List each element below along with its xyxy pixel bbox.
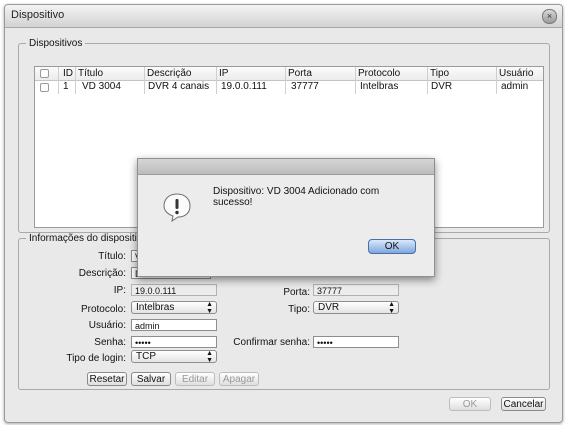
devices-legend: Dispositivos bbox=[29, 38, 83, 49]
col-ip[interactable]: IP bbox=[219, 68, 228, 79]
confirmar-senha-input[interactable]: ••••• bbox=[313, 336, 399, 348]
alert-message: Dispositivo: VD 3004 Adicionado com suce… bbox=[213, 186, 380, 208]
cell-tipo: DVR bbox=[431, 81, 453, 92]
usuario-input[interactable]: admin bbox=[131, 319, 217, 331]
editar-button[interactable]: Editar bbox=[175, 372, 215, 386]
tipo-login-label: Tipo de login: bbox=[66, 353, 126, 364]
apagar-button[interactable]: Apagar bbox=[219, 372, 259, 386]
tipo-login-value: TCP bbox=[136, 351, 156, 362]
usuario-label: Usuário: bbox=[88, 320, 126, 331]
alert-ok-button[interactable]: OK bbox=[368, 239, 416, 254]
col-descricao[interactable]: Descrição bbox=[147, 68, 191, 79]
cancelar-button[interactable]: Cancelar bbox=[501, 397, 546, 411]
select-all-checkbox[interactable] bbox=[40, 69, 49, 78]
col-tipo[interactable]: Tipo bbox=[430, 68, 449, 79]
close-icon[interactable]: × bbox=[542, 9, 557, 24]
table-header: ID Título Descrição IP Porta Protocolo T… bbox=[35, 67, 543, 81]
select-arrows-icon: ▲ ▼ bbox=[206, 301, 213, 315]
col-titulo[interactable]: Título bbox=[78, 68, 103, 79]
select-arrows-icon: ▲ ▼ bbox=[388, 301, 395, 315]
senha-label: Senha: bbox=[94, 337, 126, 348]
ip-label: IP: bbox=[113, 285, 126, 296]
select-arrows-icon: ▲ ▼ bbox=[206, 350, 213, 364]
cell-porta: 37777 bbox=[291, 81, 319, 92]
titulo-label: Título: bbox=[98, 251, 126, 262]
salvar-button[interactable]: Salvar bbox=[131, 372, 171, 386]
tipo-login-select[interactable]: TCP ▲ ▼ bbox=[131, 350, 217, 364]
row-checkbox[interactable] bbox=[40, 83, 49, 92]
cell-ip: 19.0.0.111 bbox=[221, 81, 267, 92]
col-porta[interactable]: Porta bbox=[288, 68, 312, 79]
cell-usuario: admin bbox=[501, 81, 529, 92]
ip-input[interactable]: 19.0.0.111 bbox=[131, 284, 217, 296]
cell-id: 1 bbox=[63, 81, 69, 92]
resetar-button[interactable]: Resetar bbox=[87, 372, 127, 386]
col-protocolo[interactable]: Protocolo bbox=[358, 68, 400, 79]
table-row[interactable]: 1 VD 3004 DVR 4 canais 19.0.0.111 37777 … bbox=[35, 81, 543, 93]
protocolo-select[interactable]: Intelbras ▲ ▼ bbox=[131, 301, 217, 315]
col-id[interactable]: ID bbox=[63, 68, 73, 79]
confirmar-senha-label: Confirmar senha: bbox=[233, 337, 310, 348]
descricao-label: Descrição: bbox=[78, 268, 126, 279]
tipo-value: DVR bbox=[318, 302, 340, 313]
col-usuario[interactable]: Usuário bbox=[499, 68, 533, 79]
alert-dialog: Dispositivo: VD 3004 Adicionado com suce… bbox=[137, 158, 435, 277]
senha-input[interactable]: ••••• bbox=[131, 336, 217, 348]
cell-descricao: DVR 4 canais bbox=[148, 81, 210, 92]
porta-label: Porta: bbox=[283, 287, 310, 298]
alert-title-bar[interactable] bbox=[138, 159, 434, 175]
tipo-select[interactable]: DVR ▲ ▼ bbox=[313, 301, 399, 315]
cell-protocolo: Intelbras bbox=[360, 81, 399, 92]
protocolo-label: Protocolo: bbox=[80, 304, 126, 315]
title-bar[interactable]: Dispositivo × bbox=[5, 5, 562, 28]
window-title: Dispositivo bbox=[11, 9, 65, 21]
device-info-legend: Informações do dispositivo bbox=[29, 233, 148, 244]
porta-input[interactable]: 37777 bbox=[313, 284, 399, 296]
protocolo-value: Intelbras bbox=[136, 302, 175, 313]
tipo-label: Tipo: bbox=[288, 304, 310, 315]
ok-button[interactable]: OK bbox=[449, 397, 491, 411]
cell-titulo: VD 3004 bbox=[82, 81, 121, 92]
warning-icon bbox=[163, 193, 191, 222]
